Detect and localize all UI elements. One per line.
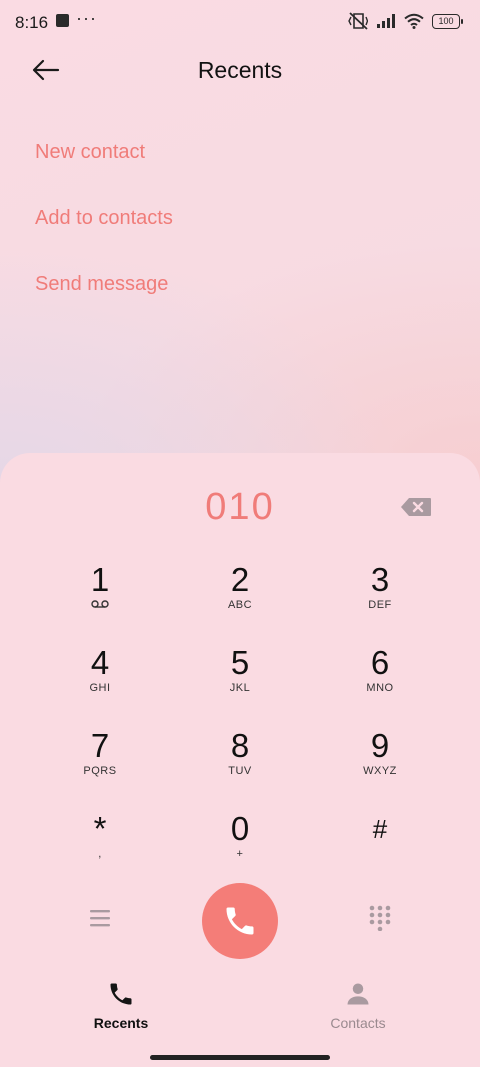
phone-icon: [226, 907, 254, 935]
battery-icon: 100: [432, 13, 463, 29]
key-letters: +: [236, 848, 244, 860]
key-8[interactable]: 8 TUV: [170, 728, 310, 798]
key-3[interactable]: 3 DEF: [310, 562, 450, 632]
notification-icon: [56, 14, 69, 27]
key-hash[interactable]: #: [310, 811, 450, 881]
backspace-button[interactable]: [398, 494, 434, 520]
tab-label: Recents: [93, 1015, 149, 1031]
key-4[interactable]: 4 GHI: [30, 645, 170, 715]
key-letters: JKL: [229, 682, 251, 694]
phone-icon: [110, 983, 132, 1005]
key-2[interactable]: 2 ABC: [170, 562, 310, 632]
signal-icon: [377, 14, 395, 28]
person-icon: [347, 983, 369, 1005]
tab-label: Contacts: [330, 1015, 386, 1031]
send-message-link[interactable]: Send message: [35, 273, 168, 296]
key-digit: 3: [370, 561, 390, 598]
key-letters: GHI: [89, 682, 111, 694]
key-letters: MNO: [366, 682, 394, 694]
key-0[interactable]: 0 +: [170, 811, 310, 881]
tab-contacts[interactable]: Contacts: [298, 980, 418, 1031]
key-letters: PQRS: [83, 765, 117, 777]
status-icons: 100: [348, 12, 463, 30]
add-to-contacts-link[interactable]: Add to contacts: [35, 207, 173, 230]
key-letters: DEF: [368, 599, 392, 611]
status-time: 8:16: [15, 13, 49, 32]
tab-recents[interactable]: Recents: [61, 980, 181, 1031]
key-digit: *: [93, 810, 107, 847]
key-letters: ,: [98, 848, 102, 860]
key-digit: 5: [230, 644, 250, 681]
key-digit: #: [372, 814, 388, 844]
new-contact-link[interactable]: New contact: [35, 141, 145, 164]
key-digit: 0: [230, 810, 250, 847]
key-digit: 1: [90, 561, 110, 598]
key-5[interactable]: 5 JKL: [170, 645, 310, 715]
key-6[interactable]: 6 MNO: [310, 645, 450, 715]
key-star[interactable]: * ,: [30, 811, 170, 881]
key-digit: 9: [370, 727, 390, 764]
vibrate-off-icon: [348, 12, 368, 30]
menu-button[interactable]: [80, 898, 120, 938]
more-notifications-icon: ···: [76, 8, 97, 28]
backspace-icon: [401, 498, 431, 516]
key-7[interactable]: 7 PQRS: [30, 728, 170, 798]
key-digit: 4: [90, 644, 110, 681]
keypad-toggle-button[interactable]: [360, 898, 400, 938]
key-digit: 6: [370, 644, 390, 681]
key-1[interactable]: 1: [30, 562, 170, 632]
wifi-icon: [404, 13, 424, 29]
key-9[interactable]: 9 WXYZ: [310, 728, 450, 798]
key-letters: WXYZ: [363, 765, 397, 777]
call-button[interactable]: [202, 883, 278, 959]
dialpad-icon: [369, 905, 391, 931]
key-letters: TUV: [228, 765, 252, 777]
key-digit: 2: [230, 561, 250, 598]
key-digit: 7: [90, 727, 110, 764]
home-indicator[interactable]: [150, 1055, 330, 1060]
voicemail-icon: [30, 599, 170, 612]
key-letters: ABC: [227, 599, 253, 611]
status-bar: 8:16 ··· 100: [0, 0, 480, 44]
key-digit: 8: [230, 727, 250, 764]
menu-icon: [90, 910, 110, 927]
page-title: Recents: [197, 57, 283, 83]
